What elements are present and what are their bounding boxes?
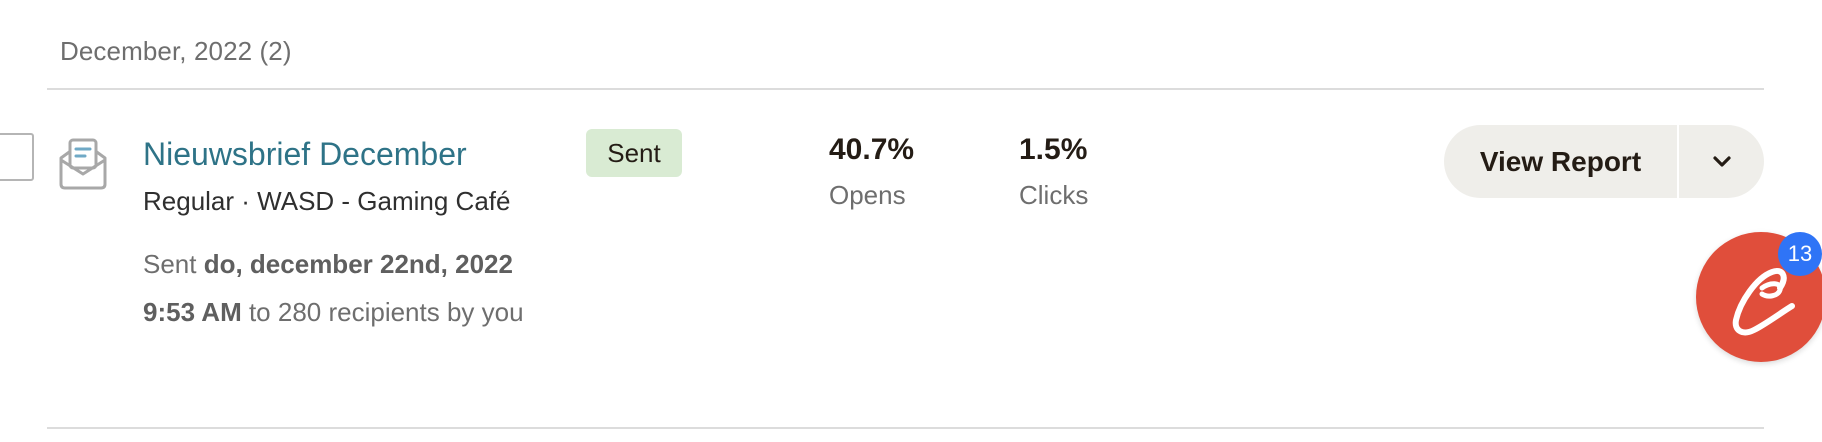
campaign-list: December, 2022 (2) Nieuwsbrief December …: [0, 0, 1822, 442]
sent-time: 9:53 AM: [143, 297, 242, 327]
opens-value: 40.7%: [829, 133, 915, 166]
clicks-stat: 1.5% Clicks: [1019, 132, 1088, 211]
opens-stat: 40.7% Opens: [829, 132, 914, 211]
envelope-open-icon: [57, 136, 109, 190]
campaign-title-link[interactable]: Nieuwsbrief December: [143, 136, 467, 173]
campaign-meta: Regular · WASD - Gaming Café: [143, 186, 511, 216]
more-actions-dropdown-button[interactable]: [1679, 125, 1764, 198]
view-report-button[interactable]: View Report: [1444, 125, 1677, 198]
divider: [47, 427, 1764, 429]
sent-suffix: to 280 recipients by you: [241, 297, 524, 327]
clicks-label: Clicks: [1019, 180, 1089, 210]
report-button-group: View Report: [1444, 125, 1764, 198]
sent-info: Sent do, december 22nd, 2022 9:53 AM to …: [143, 240, 563, 336]
notification-count-badge: 13: [1778, 232, 1822, 276]
month-group-header: December, 2022 (2): [60, 36, 292, 66]
sent-date: do, december 22nd, 2022: [203, 249, 513, 279]
chevron-down-icon: [1712, 155, 1731, 167]
sent-prefix: Sent: [143, 249, 204, 279]
divider: [47, 88, 1764, 90]
status-badge: Sent: [586, 129, 682, 177]
row-checkbox[interactable]: [0, 133, 34, 181]
clicks-value: 1.5%: [1019, 133, 1088, 166]
opens-label: Opens: [829, 180, 906, 210]
